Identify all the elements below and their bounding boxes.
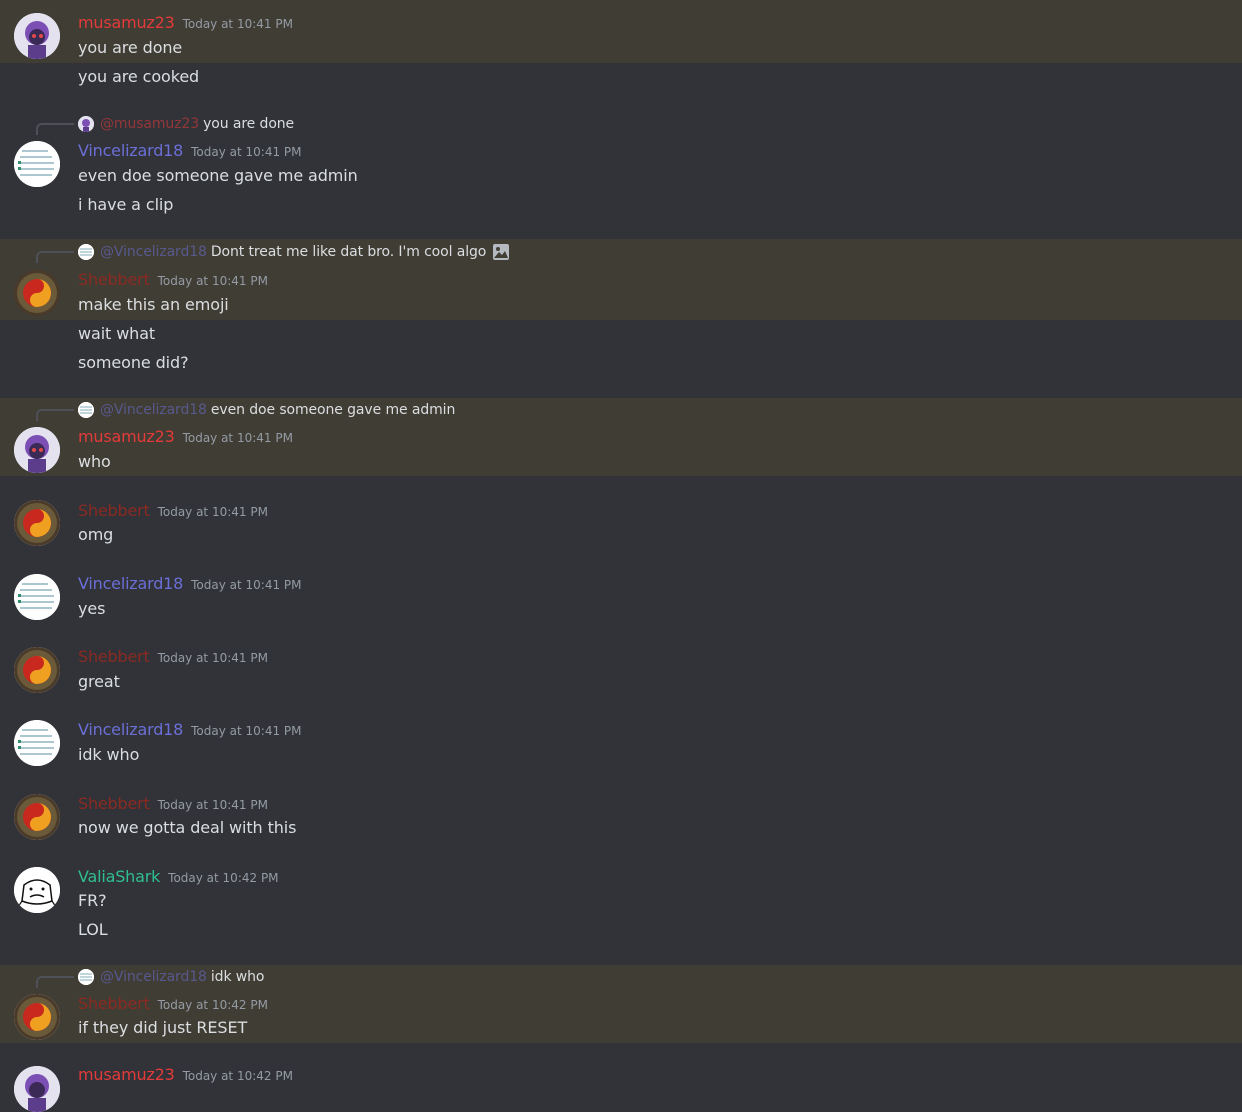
timestamp: Today at 10:42 PM	[157, 998, 268, 1012]
message-text: LOL	[78, 920, 108, 939]
message-text: now we gotta deal with this	[78, 818, 297, 837]
message-text: omg	[78, 525, 114, 544]
avatar[interactable]	[14, 720, 60, 766]
timestamp: Today at 10:41 PM	[191, 724, 302, 738]
message-group: musamuz23 Today at 10:41 PM you are done	[0, 0, 1242, 63]
avatar[interactable]	[14, 867, 60, 913]
timestamp: Today at 10:41 PM	[157, 274, 268, 288]
reply-text: even doe someone gave me admin	[210, 402, 456, 418]
username[interactable]: Shebbert	[78, 994, 150, 1013]
username[interactable]: musamuz23	[78, 1065, 175, 1084]
message-text: yes	[78, 599, 106, 618]
timestamp: Today at 10:41 PM	[182, 17, 293, 31]
username[interactable]: ValiaShark	[78, 867, 160, 886]
avatar[interactable]	[14, 994, 60, 1040]
reply-mention[interactable]: @Vincelizard18	[100, 969, 207, 985]
timestamp: Today at 10:41 PM	[157, 651, 268, 665]
message-text: someone did?	[78, 353, 189, 372]
username[interactable]: Vincelizard18	[78, 141, 183, 160]
timestamp: Today at 10:42 PM	[182, 1069, 293, 1083]
timestamp: Today at 10:41 PM	[157, 798, 268, 812]
reply-preview[interactable]: @musamuz23 you are done	[78, 114, 294, 134]
reply-avatar	[78, 116, 94, 132]
message-text: who	[78, 452, 111, 471]
reply-preview[interactable]: @Vincelizard18 idk who	[78, 967, 265, 987]
reply-spine	[36, 123, 74, 135]
reply-text: Dont treat me like dat bro. I'm cool alg…	[210, 244, 487, 260]
username[interactable]: Shebbert	[78, 794, 150, 813]
message-text: wait what	[78, 324, 156, 343]
reply-preview[interactable]: @Vincelizard18 Dont treat me like dat br…	[78, 242, 510, 262]
message-group: @Vincelizard18 even doe someone gave me …	[0, 398, 1242, 476]
reply-mention[interactable]: @musamuz23	[100, 116, 199, 132]
message-text: idk who	[78, 745, 140, 764]
message-text: you are cooked	[78, 67, 200, 86]
reply-spine	[36, 251, 74, 263]
avatar[interactable]	[14, 427, 60, 473]
reply-mention[interactable]: @Vincelizard18	[100, 244, 207, 260]
reply-avatar	[78, 402, 94, 418]
message-text: make this an emoji	[78, 295, 229, 314]
avatar[interactable]	[14, 574, 60, 620]
message-group: @Vincelizard18 idk who Shebbert Today at …	[0, 965, 1242, 1043]
reply-avatar	[78, 969, 94, 985]
message-group: @Vincelizard18 Dont treat me like dat br…	[0, 239, 1242, 320]
username[interactable]: Vincelizard18	[78, 720, 183, 739]
username[interactable]: musamuz23	[78, 427, 175, 446]
message-text: great	[78, 672, 120, 691]
message-text: i have a clip	[78, 195, 174, 214]
message-text: FR?	[78, 891, 107, 910]
reply-spine	[36, 409, 74, 421]
avatar[interactable]	[14, 794, 60, 840]
timestamp: Today at 10:42 PM	[168, 871, 279, 885]
username[interactable]: Shebbert	[78, 270, 150, 289]
message-text: if they did just RESET	[78, 1018, 248, 1037]
reply-text: you are done	[203, 116, 295, 132]
image-icon	[493, 244, 510, 260]
timestamp: Today at 10:41 PM	[182, 431, 293, 445]
reply-text: idk who	[210, 969, 265, 985]
avatar[interactable]	[14, 13, 60, 59]
avatar[interactable]	[14, 270, 60, 316]
message-text: even doe someone gave me admin	[78, 166, 358, 185]
reply-avatar	[78, 244, 94, 260]
avatar[interactable]	[14, 500, 60, 546]
username[interactable]: Shebbert	[78, 501, 150, 520]
timestamp: Today at 10:41 PM	[157, 505, 268, 519]
username[interactable]: musamuz23	[78, 13, 175, 32]
timestamp: Today at 10:41 PM	[191, 145, 302, 159]
reply-spine	[36, 976, 74, 988]
timestamp: Today at 10:41 PM	[191, 578, 302, 592]
avatar[interactable]	[14, 1066, 60, 1112]
reply-preview[interactable]: @Vincelizard18 even doe someone gave me …	[78, 400, 455, 420]
avatar[interactable]	[14, 141, 60, 187]
avatar[interactable]	[14, 647, 60, 693]
username[interactable]: Shebbert	[78, 647, 150, 666]
username[interactable]: Vincelizard18	[78, 574, 183, 593]
message-text: you are done	[78, 38, 183, 57]
reply-mention[interactable]: @Vincelizard18	[100, 402, 207, 418]
